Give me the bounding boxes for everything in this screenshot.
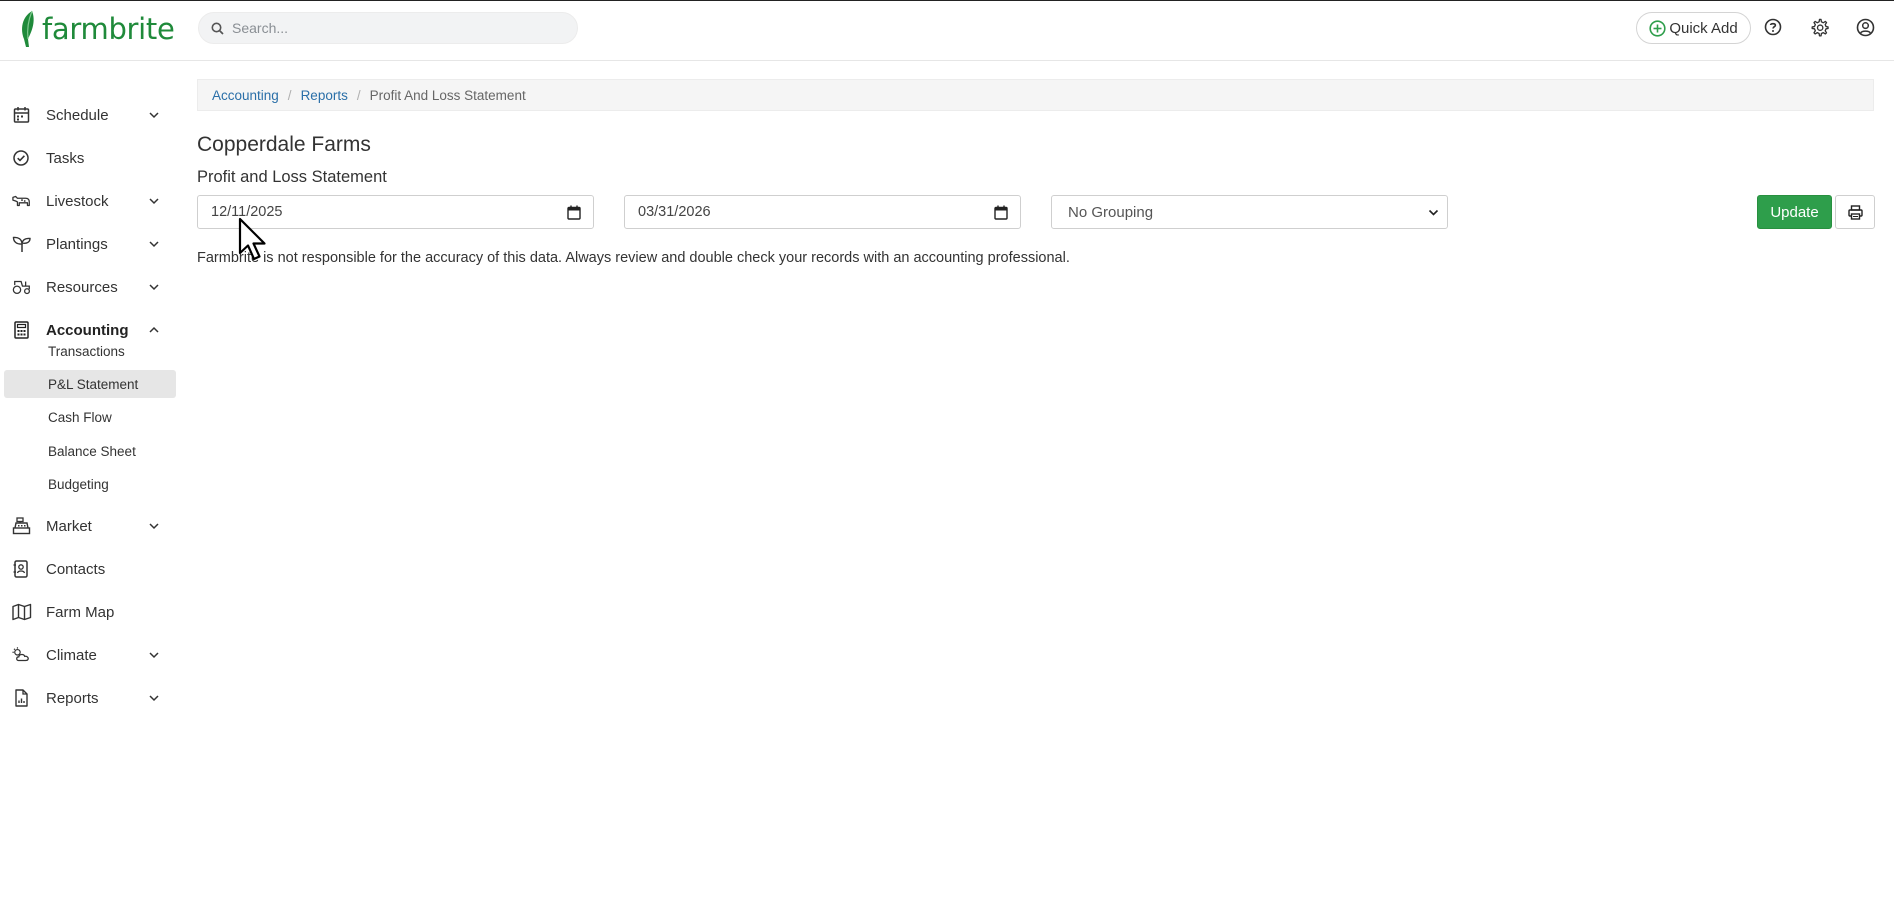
sidebar-item-label: Market	[46, 517, 92, 535]
print-button[interactable]	[1835, 195, 1875, 229]
sidebar-item-plantings[interactable]: Plantings	[0, 226, 176, 262]
leaf-logo-icon	[22, 10, 34, 47]
sidebar-subitem-label: Budgeting	[48, 476, 109, 492]
map-icon	[12, 603, 32, 621]
disclaimer-text: Farmbrite is not responsible for the acc…	[197, 250, 1070, 266]
sidebar: Schedule Tasks Livestock Plantings Resou…	[0, 62, 180, 902]
end-date-input[interactable]: 03/31/2026	[624, 195, 1021, 229]
chevron-down-icon	[149, 695, 159, 702]
sidebar-subitem-pl-statement[interactable]: P&L Statement	[4, 370, 176, 398]
calendar-icon[interactable]	[994, 205, 1008, 220]
breadcrumb: Accounting / Reports / Profit And Loss S…	[197, 79, 1874, 111]
sidebar-item-label: Plantings	[46, 235, 108, 253]
sidebar-item-label: Climate	[46, 646, 97, 664]
sidebar-subitem-cash-flow[interactable]: Cash Flow	[4, 403, 176, 431]
chevron-down-icon	[149, 652, 159, 659]
address-book-icon	[13, 560, 28, 578]
sidebar-subitem-transactions[interactable]: Transactions	[4, 337, 176, 365]
sidebar-item-market[interactable]: Market	[0, 508, 176, 544]
sidebar-subitem-label: Transactions	[48, 343, 125, 359]
sidebar-subitem-label: Balance Sheet	[48, 443, 136, 459]
search-icon	[211, 22, 224, 35]
sidebar-item-farm-map[interactable]: Farm Map	[0, 594, 176, 630]
calendar-icon[interactable]	[567, 205, 581, 220]
cash-register-icon	[12, 517, 31, 535]
chevron-up-icon	[149, 326, 159, 333]
sidebar-item-climate[interactable]: Climate	[0, 637, 176, 673]
report-title: Profit and Loss Statement	[197, 168, 387, 186]
sidebar-item-schedule[interactable]: Schedule	[0, 97, 176, 133]
search-input[interactable]	[232, 20, 562, 36]
chevron-down-icon	[149, 284, 159, 291]
user-account-icon[interactable]	[1854, 16, 1876, 38]
sidebar-item-label: Farm Map	[46, 603, 115, 621]
update-button[interactable]: Update	[1757, 195, 1832, 229]
mouse-cursor-icon	[238, 217, 266, 261]
cloud-sun-icon	[12, 647, 29, 662]
sidebar-item-label: Contacts	[46, 560, 106, 578]
farmbrite-logo[interactable]: farmbrite	[18, 7, 175, 51]
help-icon[interactable]	[1762, 16, 1784, 38]
chevron-down-icon	[149, 198, 159, 205]
breadcrumb-separator: /	[287, 87, 292, 103]
calendar-icon	[13, 107, 30, 123]
sidebar-item-tasks[interactable]: Tasks	[0, 140, 176, 176]
sidebar-item-resources[interactable]: Resources	[0, 269, 176, 305]
grouping-select[interactable]: No Grouping	[1051, 195, 1448, 229]
sidebar-item-label: Resources	[46, 278, 118, 296]
sidebar-item-label: Reports	[46, 689, 99, 707]
sidebar-item-livestock[interactable]: Livestock	[0, 183, 176, 219]
top-bar: farmbrite Quick Add	[0, 0, 1894, 61]
cow-icon	[12, 195, 30, 207]
chevron-down-icon	[149, 112, 159, 119]
quick-add-label: Quick Add	[1669, 19, 1738, 37]
chevron-down-icon	[149, 523, 159, 530]
report-file-icon	[15, 689, 28, 707]
sprout-icon	[12, 236, 31, 252]
search-box[interactable]	[198, 12, 578, 44]
sidebar-subitem-label: Cash Flow	[48, 409, 112, 425]
breadcrumb-link-reports[interactable]: Reports	[301, 88, 348, 103]
breadcrumb-link-accounting[interactable]: Accounting	[212, 88, 279, 103]
plus-circle-icon	[1649, 19, 1666, 37]
sidebar-subitem-budgeting[interactable]: Budgeting	[4, 470, 176, 498]
quick-add-button[interactable]: Quick Add	[1636, 12, 1751, 44]
chevron-down-icon	[1428, 209, 1439, 216]
sidebar-subitem-label: P&L Statement	[48, 376, 139, 392]
sidebar-item-reports[interactable]: Reports	[0, 680, 176, 716]
end-date-value: 03/31/2026	[638, 204, 711, 220]
logo-text: farmbrite	[42, 12, 175, 46]
sidebar-item-label: Livestock	[46, 192, 109, 210]
breadcrumb-current: Profit And Loss Statement	[369, 87, 526, 103]
gear-icon[interactable]	[1808, 16, 1830, 38]
sidebar-item-label: Schedule	[46, 106, 109, 124]
printer-icon	[1847, 204, 1863, 220]
farm-name: Copperdale Farms	[197, 133, 371, 156]
tractor-icon	[12, 280, 30, 295]
sidebar-item-label: Tasks	[46, 149, 85, 167]
sidebar-item-label: Accounting	[46, 321, 129, 339]
chevron-down-icon	[149, 241, 159, 248]
check-circle-icon	[13, 150, 29, 166]
sidebar-subitem-balance-sheet[interactable]: Balance Sheet	[4, 437, 176, 465]
breadcrumb-separator: /	[356, 87, 361, 103]
sidebar-item-contacts[interactable]: Contacts	[0, 551, 176, 587]
grouping-selected-value: No Grouping	[1068, 203, 1154, 221]
